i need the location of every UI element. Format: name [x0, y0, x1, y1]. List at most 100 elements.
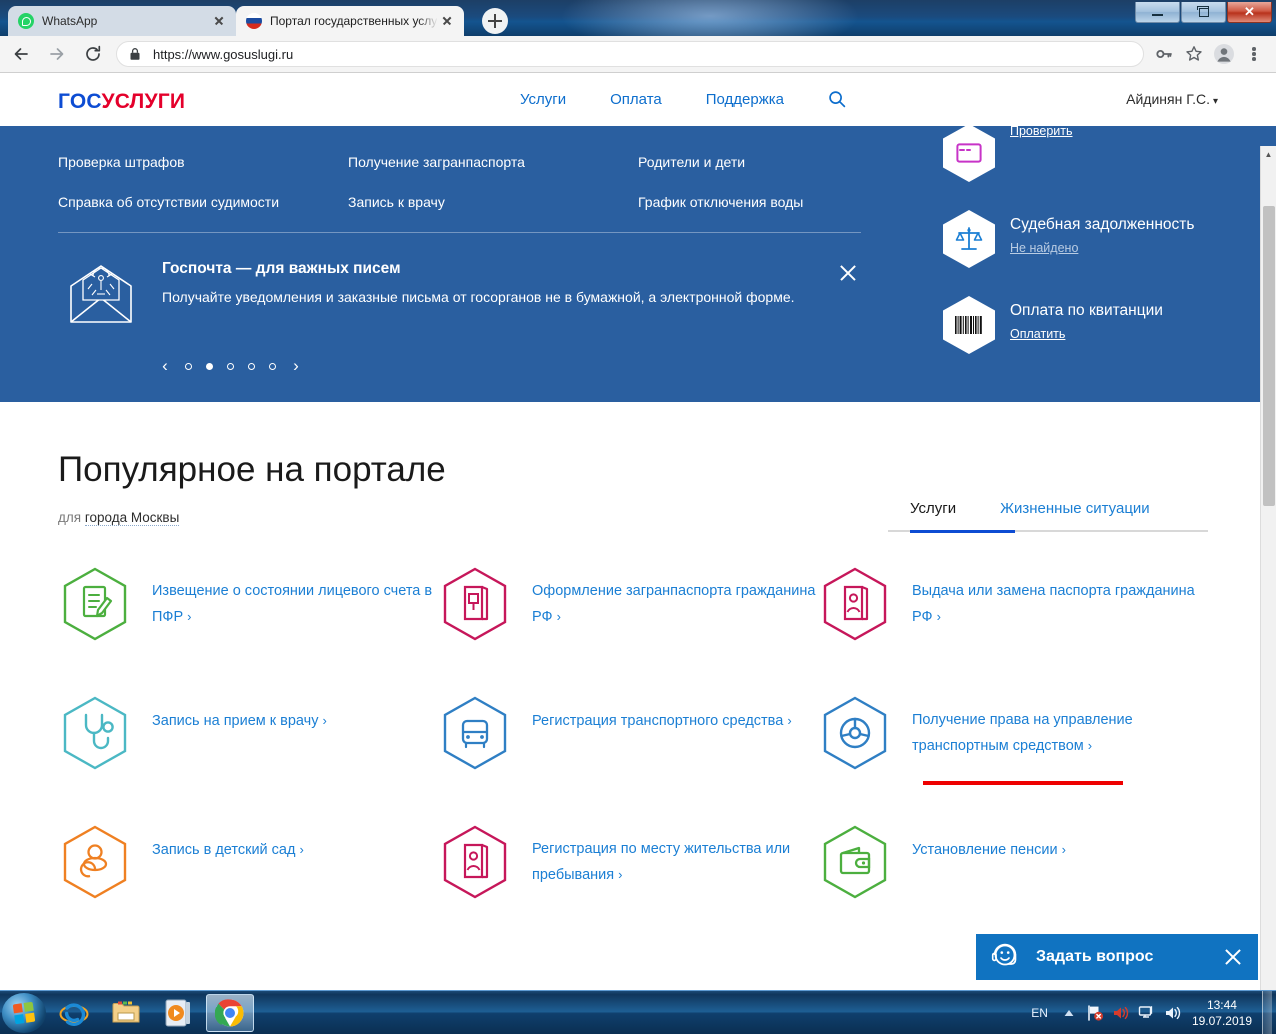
service-tile-doctor-appointment[interactable]: Запись на прием к врачу › [58, 696, 438, 824]
support-headset-smiley-icon [990, 941, 1020, 974]
scroll-up-arrow-icon[interactable]: ▲ [1261, 146, 1276, 162]
close-button[interactable]: ✕ [1227, 2, 1272, 23]
quick-links-row: Проверка штрафов Получение загранпаспорт… [58, 154, 858, 172]
chat-widget[interactable]: Задать вопрос [976, 934, 1258, 980]
document-pen-icon [62, 567, 128, 641]
close-icon[interactable] [835, 260, 861, 286]
language-indicator[interactable]: EN [1031, 1006, 1048, 1020]
sidebar-widget-mail[interactable]: Проверить [940, 124, 1260, 182]
quick-link-water[interactable]: График отключения воды [638, 194, 803, 210]
service-tile-driving-license[interactable]: Получение права на управление транспортн… [818, 696, 1198, 824]
service-tile-vehicle-registration[interactable]: Регистрация транспортного средства › [438, 696, 818, 824]
quick-link-fines[interactable]: Проверка штрафов [58, 154, 185, 170]
internet-explorer-icon[interactable] [50, 994, 98, 1032]
chevron-right-icon: › [556, 609, 561, 624]
tab-active-indicator [910, 530, 1015, 533]
volume-muted-icon[interactable] [1108, 1005, 1134, 1021]
media-player-icon[interactable] [154, 994, 202, 1032]
page-scrollbar[interactable]: ▲ ▼ [1260, 146, 1276, 990]
minimize-button[interactable] [1135, 2, 1180, 23]
chevron-right-icon: › [936, 609, 941, 624]
chevron-right-icon: › [1087, 738, 1093, 753]
service-tile-residence-registration[interactable]: Регистрация по месту жительства или преб… [438, 825, 818, 953]
service-tile-kindergarten[interactable]: Запись в детский сад › [58, 825, 438, 953]
sidebar-widget-link[interactable]: Проверить [1010, 124, 1073, 138]
sidebar-widget-court-debt[interactable]: Судебная задолженность Не найдено [940, 210, 1260, 268]
browser-tab-whatsapp[interactable]: WhatsApp [8, 6, 236, 36]
passport-registration-icon [442, 825, 508, 899]
close-icon[interactable] [1222, 946, 1244, 968]
taskbar-clock[interactable]: 13:44 19.07.2019 [1186, 997, 1262, 1029]
service-tile-foreign-passport[interactable]: Оформление загранпаспорта гражданина РФ … [438, 567, 818, 695]
profile-avatar-icon[interactable] [1210, 40, 1238, 68]
promo-description: Получайте уведомления и заказные письма … [162, 289, 795, 305]
sidebar-widget-link[interactable]: Не найдено [1010, 241, 1194, 255]
hero-sidebar: Проверить Судебная задолженность Не найд… [940, 124, 1260, 382]
browser-titlebar: WhatsApp Портал государственных услуг Р … [0, 0, 1276, 36]
wallet-icon [822, 825, 888, 899]
chrome-menu-icon[interactable] [1240, 40, 1268, 68]
browser-tab-gosuslugi[interactable]: Портал государственных услуг Р [236, 6, 464, 36]
google-chrome-icon[interactable] [206, 993, 254, 1032]
tab-life-situations[interactable]: Жизненные ситуации [1000, 500, 1150, 530]
close-icon[interactable] [210, 12, 228, 30]
bookmark-star-icon[interactable] [1180, 40, 1208, 68]
passport-person-icon [822, 567, 888, 641]
nav-item-support[interactable]: Поддержка [706, 91, 784, 108]
show-hidden-icons-arrow[interactable] [1056, 1008, 1082, 1018]
user-menu[interactable]: Айдинян Г.С. ▾ [1126, 91, 1218, 107]
volume-icon[interactable] [1160, 1005, 1186, 1021]
region-city-link[interactable]: города Москвы [84, 510, 180, 526]
network-icon[interactable] [1134, 1005, 1160, 1021]
carousel-dot[interactable] [185, 362, 192, 370]
clock-time: 13:44 [1206, 997, 1237, 1012]
reload-icon[interactable] [78, 39, 108, 69]
chevron-down-icon: ▾ [1212, 96, 1218, 107]
nav-item-payment[interactable]: Оплата [610, 91, 662, 108]
scrollbar-thumb[interactable] [1263, 206, 1275, 506]
maximize-button[interactable] [1181, 2, 1226, 23]
clock-date: 19.07.2019 [1191, 1013, 1252, 1028]
user-name: Айдинян Г.С. [1126, 91, 1210, 107]
forward-icon[interactable] [42, 39, 72, 69]
promo-banner: Госпочта — для важных писем Получайте ув… [58, 252, 861, 338]
address-bar[interactable]: https://www.gosuslugi.ru [116, 41, 1144, 67]
service-tile-internal-passport[interactable]: Выдача или замена паспорта гражданина РФ… [818, 567, 1198, 695]
close-icon[interactable] [438, 12, 456, 30]
search-icon[interactable] [828, 90, 846, 108]
password-key-icon[interactable] [1150, 40, 1178, 68]
quick-link-parents[interactable]: Родители и дети [638, 154, 745, 170]
quick-link-passport[interactable]: Получение загранпаспорта [348, 154, 525, 170]
new-tab-button[interactable] [482, 8, 508, 34]
gosuslugi-logo[interactable]: ГОСУСЛУГИ [58, 90, 185, 114]
barcode-icon [943, 296, 995, 354]
sidebar-widget-receipt-payment[interactable]: Оплата по квитанции Оплатить [940, 296, 1260, 354]
show-desktop-button[interactable] [1262, 991, 1272, 1034]
action-center-flag-icon[interactable] [1082, 1004, 1108, 1022]
quick-link-doctor[interactable]: Запись к врачу [348, 194, 445, 210]
chevron-left-icon[interactable]: ‹ [152, 356, 178, 376]
back-icon[interactable] [6, 39, 36, 69]
page-title: Популярное на портале [58, 450, 446, 489]
service-label: Оформление загранпаспорта гражданина РФ … [532, 583, 816, 625]
tab-services[interactable]: Услуги [910, 500, 956, 530]
service-tile-pfr-statement[interactable]: Извещение о состоянии лицевого счета в П… [58, 567, 438, 695]
carousel-dot[interactable] [269, 362, 276, 370]
chevron-right-icon: › [322, 713, 327, 728]
page-viewport: ГОСУСЛУГИ Услуги Оплата Поддержка Айдиня… [0, 73, 1276, 990]
sidebar-widget-link[interactable]: Оплатить [1010, 327, 1163, 341]
carousel-dot-active[interactable] [206, 362, 213, 370]
chevron-right-icon[interactable]: › [283, 356, 309, 376]
chevron-right-icon: › [299, 842, 304, 857]
url-text: https://www.gosuslugi.ru [153, 46, 294, 62]
services-row: Запись на прием к врачу › Регистрация тр… [58, 696, 1198, 824]
windows-start-orb-icon[interactable] [2, 992, 46, 1033]
quick-link-criminal-record[interactable]: Справка об отсутствии судимости [58, 194, 279, 210]
carousel-dots [178, 362, 283, 370]
service-label: Запись в детский сад › [152, 842, 304, 858]
carousel-dot[interactable] [227, 362, 234, 370]
carousel-dot[interactable] [248, 362, 255, 370]
nav-item-services[interactable]: Услуги [520, 91, 566, 108]
file-explorer-icon[interactable] [102, 994, 150, 1032]
site-nav: Услуги Оплата Поддержка [520, 90, 846, 108]
